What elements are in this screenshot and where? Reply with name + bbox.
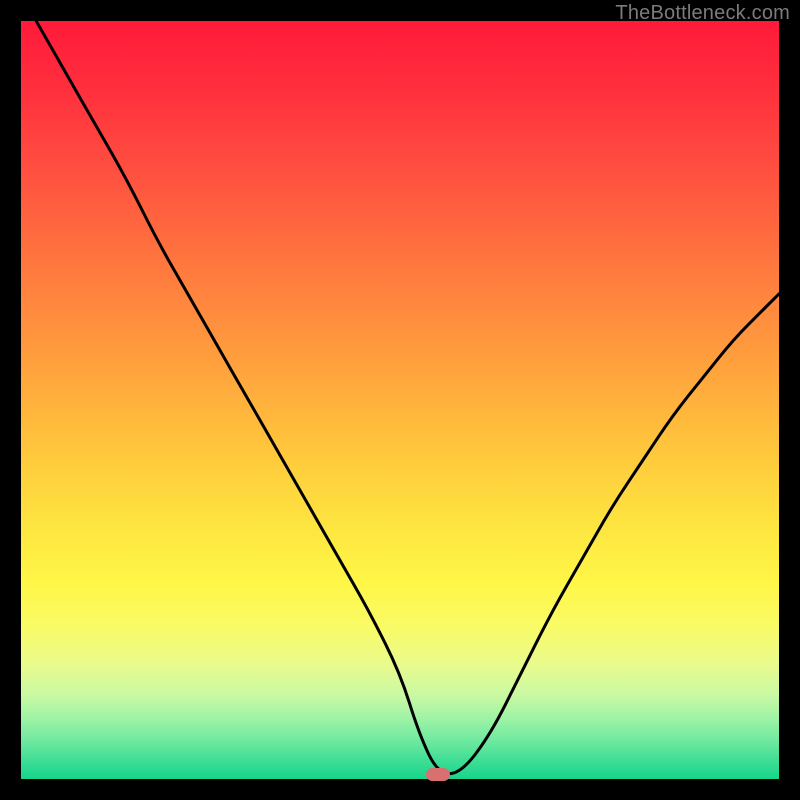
optimal-marker [426,768,450,781]
chart-frame: TheBottleneck.com [0,0,800,800]
bottleneck-curve [21,21,779,779]
plot-area [21,21,779,779]
curve-path [36,21,779,774]
